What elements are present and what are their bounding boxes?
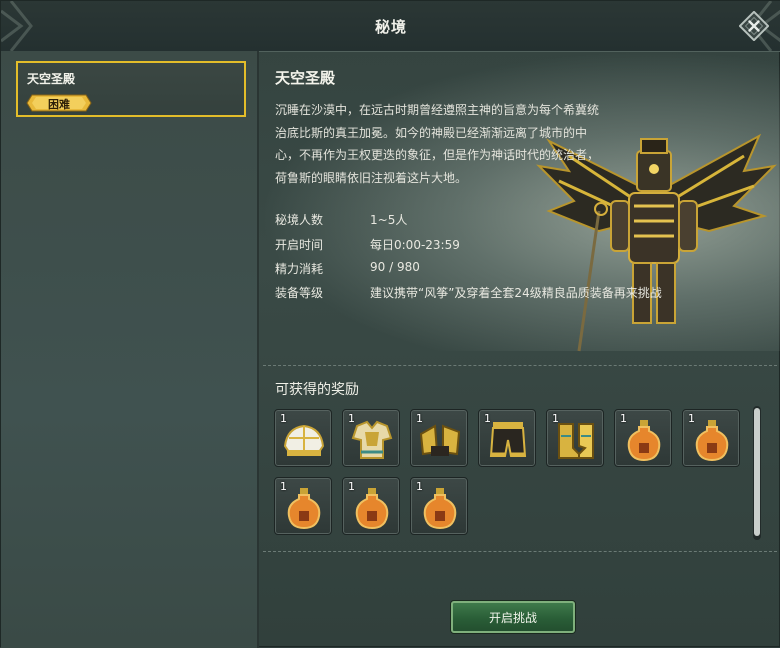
dungeon-list: [1, 51, 259, 648]
difficulty-badge: 困难: [26, 94, 92, 112]
reward-count: 1: [348, 412, 355, 425]
start-challenge-button[interactable]: 开启挑战: [451, 601, 575, 633]
window-title: 秘境: [374, 18, 407, 36]
reward-count: 1: [484, 412, 491, 425]
close-button[interactable]: [739, 11, 769, 41]
section-divider: [263, 551, 777, 552]
dungeon-detail: 天空圣殿 沉睡在沙漠中，在远古时期曾经遵照主神的旨意为每个希冀统治底比斯的真王加…: [259, 51, 780, 648]
reward-count: 1: [348, 480, 355, 493]
info-value: 每日0:00-23:59: [370, 238, 460, 252]
reward-count: 1: [688, 412, 695, 425]
rewards-grid: 1 1 1 1 1 1 1 1 1 1: [274, 409, 754, 539]
dungeon-window: 秘境 天空圣殿 困难 天空圣殿 沉睡在沙漠中，在远古时期曾经遵照主神的旨意为每个…: [0, 0, 780, 648]
title-bar: 秘境: [1, 1, 780, 52]
reward-slot[interactable]: 1: [546, 409, 604, 467]
dungeon-card-name: 天空圣殿: [27, 72, 76, 86]
reward-slot[interactable]: 1: [342, 477, 400, 535]
info-label: 开启时间: [275, 238, 324, 252]
info-label: 秘境人数: [275, 213, 324, 227]
info-value: 90 / 980: [370, 260, 420, 274]
info-value: 1~5人: [370, 213, 408, 227]
info-value: 建议携带“风筝”及穿着全套24级精良品质装备再来挑战: [370, 286, 662, 300]
difficulty-label: 困难: [48, 98, 70, 111]
dungeon-card-selected[interactable]: 天空圣殿 困难: [16, 61, 246, 117]
reward-slot[interactable]: 1: [274, 477, 332, 535]
reward-slot[interactable]: 1: [274, 409, 332, 467]
section-divider: [263, 365, 777, 366]
info-label: 精力消耗: [275, 262, 324, 276]
dungeon-title: 天空圣殿: [275, 69, 336, 87]
reward-slot[interactable]: 1: [342, 409, 400, 467]
reward-slot[interactable]: 1: [410, 409, 468, 467]
start-challenge-label: 开启挑战: [488, 611, 537, 625]
reward-count: 1: [416, 412, 423, 425]
dungeon-description: 沉睡在沙漠中，在远古时期曾经遵照主神的旨意为每个希冀统治底比斯的真王加冕。如今的…: [275, 103, 600, 185]
reward-count: 1: [620, 412, 627, 425]
reward-slot[interactable]: 1: [682, 409, 740, 467]
reward-count: 1: [416, 480, 423, 493]
reward-slot[interactable]: 1: [410, 477, 468, 535]
scroll-thumb[interactable]: [754, 408, 760, 536]
rewards-title: 可获得的奖励: [275, 382, 359, 398]
reward-count: 1: [552, 412, 559, 425]
reward-slot[interactable]: 1: [478, 409, 536, 467]
reward-count: 1: [280, 480, 287, 493]
reward-slot[interactable]: 1: [614, 409, 672, 467]
reward-count: 1: [280, 412, 287, 425]
info-label: 装备等级: [275, 286, 324, 300]
rewards-scrollbar[interactable]: [753, 406, 761, 540]
